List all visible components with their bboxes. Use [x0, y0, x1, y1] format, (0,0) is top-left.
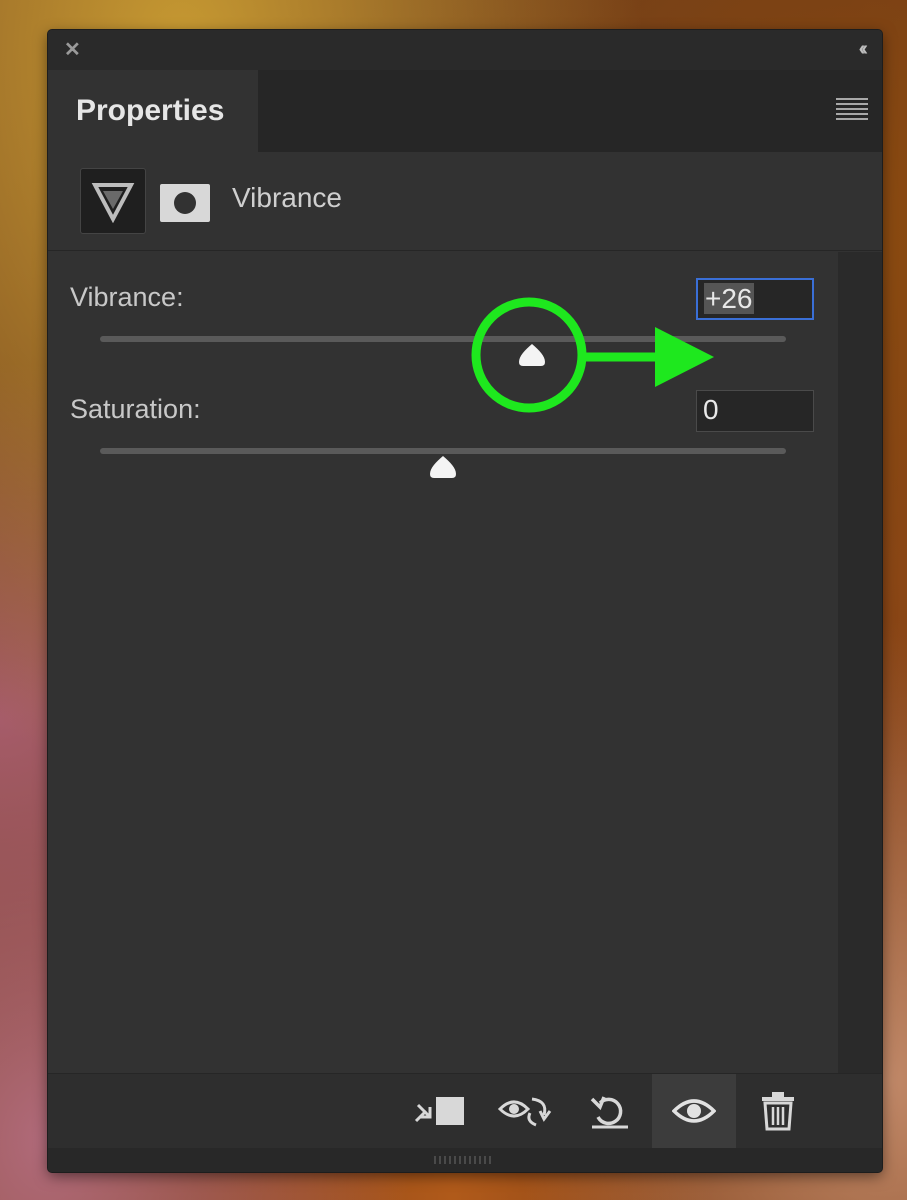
saturation-slider-track[interactable]: [100, 448, 786, 478]
adjustment-controls: Vibrance: +26 Saturation: 0: [48, 252, 882, 1076]
tab-properties[interactable]: Properties: [48, 70, 258, 152]
scrollbar[interactable]: [838, 252, 882, 1076]
delete-button[interactable]: [736, 1074, 820, 1148]
saturation-slider-thumb[interactable]: [428, 454, 458, 480]
panel-footer: [48, 1073, 882, 1148]
tab-properties-label: Properties: [76, 94, 225, 127]
reset-adjustment-button[interactable]: [568, 1074, 652, 1148]
toggle-visibility-icon: [672, 1099, 716, 1123]
tab-bar: Properties: [48, 70, 882, 152]
adjustment-title: Vibrance: [232, 182, 343, 213]
panel-resize-handle[interactable]: [48, 1148, 882, 1172]
layer-mask-icon[interactable]: [160, 184, 210, 222]
vibrance-value-text: +26: [704, 283, 754, 314]
clip-to-layer-icon: [414, 1097, 464, 1125]
vibrance-adjustment-icon[interactable]: [80, 168, 146, 234]
panel-title-bar: ✕ ‹‹: [48, 30, 882, 70]
vibrance-slider-track[interactable]: [100, 336, 786, 366]
saturation-label: Saturation:: [70, 394, 201, 424]
saturation-value-input[interactable]: 0: [696, 390, 814, 432]
panel-menu-icon[interactable]: [836, 98, 868, 122]
resize-grip-icon: [434, 1156, 494, 1164]
properties-panel: ✕ ‹‹ Properties Vibrance Vibrance: +26 S…: [48, 30, 882, 1172]
vibrance-label: Vibrance:: [70, 282, 184, 312]
vibrance-slider-thumb[interactable]: [517, 342, 547, 368]
view-previous-state-button[interactable]: [484, 1074, 568, 1148]
view-previous-state-icon: [497, 1097, 552, 1127]
close-icon[interactable]: ✕: [64, 40, 82, 60]
saturation-value-text: 0: [703, 394, 719, 425]
reset-adjustment-icon: [590, 1096, 628, 1129]
toggle-visibility-button[interactable]: [652, 1074, 736, 1148]
vibrance-value-input[interactable]: +26: [696, 278, 814, 320]
clip-to-layer-button[interactable]: [398, 1074, 482, 1148]
collapse-panel-icon[interactable]: ‹‹: [859, 39, 869, 59]
adjustment-header: Vibrance: [48, 152, 882, 251]
trash-icon: [762, 1092, 794, 1131]
